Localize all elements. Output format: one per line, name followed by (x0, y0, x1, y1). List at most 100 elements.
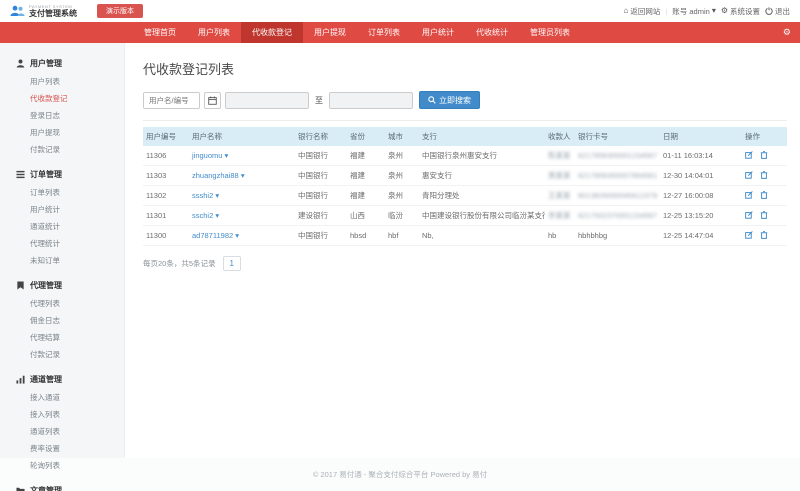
edit-icon[interactable] (745, 231, 753, 241)
channel-icon (16, 375, 25, 384)
calendar-icon (208, 96, 217, 105)
username-dropdown-link[interactable]: ssshi2 ▾ (192, 191, 219, 200)
delete-icon[interactable] (760, 211, 768, 221)
cell-branch: 中国建设银行股份有限公司临汾某支行 (419, 206, 545, 226)
search-button[interactable]: 立即搜索 (419, 91, 480, 109)
edit-icon[interactable] (745, 191, 753, 201)
nav-item-user-stats[interactable]: 用户统计 (411, 22, 465, 43)
nav-item-collection-register[interactable]: 代收款登记 (241, 22, 303, 43)
nav-item-orders[interactable]: 订单列表 (357, 22, 411, 43)
nav-item-withdraw[interactable]: 用户提现 (303, 22, 357, 43)
cell-branch: 中国银行泉州惠安支行 (419, 146, 545, 166)
sidebar-item-polling-list[interactable]: 轮询列表 (0, 457, 124, 474)
edit-icon[interactable] (745, 211, 753, 221)
page-1-button[interactable]: 1 (223, 256, 241, 271)
cell-city: 泉州 (385, 166, 419, 186)
sidebar-item-channel-list[interactable]: 通道列表 (0, 423, 124, 440)
sidebar-section-agent-mgmt: 代理管理 (0, 275, 124, 295)
settings-link[interactable]: ⚙ 系统设置 (721, 6, 760, 17)
nav-item-user-list[interactable]: 用户列表 (187, 22, 241, 43)
sidebar-item-collection-register[interactable]: 代收款登记 (0, 90, 124, 107)
cell-city: 泉州 (385, 146, 419, 166)
delete-icon[interactable] (760, 171, 768, 181)
delete-icon[interactable] (760, 151, 768, 161)
nav-gear-icon[interactable]: ⚙ (783, 22, 791, 43)
keyword-input[interactable] (143, 92, 200, 109)
home-icon: ⌂ (624, 7, 629, 15)
account-dropdown[interactable]: 账号 admin ▾ (672, 6, 716, 17)
sidebar: 用户管理 用户列表 代收款登记 登录日志 用户提现 付款记录 订单管理 订单列表… (0, 43, 125, 458)
cell-date: 12-25 14:47:04 (660, 226, 742, 246)
col-username: 用户名称 (189, 127, 295, 146)
date-from-input[interactable] (225, 92, 309, 109)
date-range-to-label: 至 (313, 95, 325, 106)
brand-subtitle: PAYMENT SYSTEM (29, 5, 77, 9)
username-dropdown-link[interactable]: zhuangzhai88 ▾ (192, 171, 245, 180)
col-bank: 银行名称 (295, 127, 347, 146)
sidebar-item-user-withdraw[interactable]: 用户提现 (0, 124, 124, 141)
cell-province: 山西 (347, 206, 385, 226)
col-actions: 操作 (742, 127, 787, 146)
sidebar-item-login-log[interactable]: 登录日志 (0, 107, 124, 124)
nav-item-home[interactable]: 管理首页 (133, 22, 187, 43)
sidebar-item-access-list[interactable]: 接入列表 (0, 406, 124, 423)
caret-down-icon: ▾ (712, 7, 716, 15)
back-to-site-link[interactable]: ⌂ 返回网站 (624, 6, 661, 17)
cell-card: hbhbhbg (575, 226, 660, 246)
user-icon (16, 59, 25, 68)
collection-table: 用户编号 用户名称 银行名称 省份 城市 支行 收款人 银行卡号 日期 操作 1… (143, 127, 787, 246)
edit-icon[interactable] (745, 171, 753, 181)
username-dropdown-link[interactable]: sschi2 ▾ (192, 211, 219, 220)
pagination: 每页20条，共5条记录 1 (143, 256, 787, 271)
caret-down-icon: ▾ (225, 151, 229, 160)
date-to-input[interactable] (329, 92, 413, 109)
cell-date: 12-30 14:04:01 (660, 166, 742, 186)
cell-date: 01-11 16:03:14 (660, 146, 742, 166)
calendar-button[interactable] (204, 92, 221, 109)
nav-item-collection-stats[interactable]: 代收统计 (465, 22, 519, 43)
col-province: 省份 (347, 127, 385, 146)
logout-link[interactable]: 退出 (765, 6, 790, 17)
sidebar-item-order-list[interactable]: 订单列表 (0, 184, 124, 201)
search-form: 至 立即搜索 (143, 91, 787, 121)
sidebar-item-agent-stats[interactable]: 代理统计 (0, 235, 124, 252)
logo-icon (10, 5, 25, 18)
sidebar-item-unknown-orders[interactable]: 未知订单 (0, 252, 124, 269)
sidebar-item-channel-stats[interactable]: 通道统计 (0, 218, 124, 235)
sidebar-item-user-stats[interactable]: 用户统计 (0, 201, 124, 218)
delete-icon[interactable] (760, 191, 768, 201)
nav-item-admin-list[interactable]: 管理员列表 (519, 22, 581, 43)
sidebar-section-order-mgmt: 订单管理 (0, 164, 124, 184)
col-date: 日期 (660, 127, 742, 146)
col-city: 城市 (385, 127, 419, 146)
cell-bank: 中国银行 (295, 186, 347, 206)
username-dropdown-link[interactable]: jinguomu ▾ (192, 151, 228, 160)
cell-city: 临汾 (385, 206, 419, 226)
cell-bank: 中国银行 (295, 146, 347, 166)
cell-bank: 中国银行 (295, 226, 347, 246)
sidebar-item-commission-log[interactable]: 佣金日志 (0, 312, 124, 329)
sidebar-item-rate-settings[interactable]: 费率设置 (0, 440, 124, 457)
table-row: 11300 ad78711982 ▾ 中国银行 hbsd hbf Nb, hb … (143, 226, 787, 246)
sidebar-item-agent-settle[interactable]: 代理结算 (0, 329, 124, 346)
cell-payee: hb (545, 226, 575, 246)
sidebar-item-agent-list[interactable]: 代理列表 (0, 295, 124, 312)
main-nav: 管理首页 用户列表 代收款登记 用户提现 订单列表 用户统计 代收统计 管理员列… (0, 22, 800, 43)
sidebar-item-payment-records[interactable]: 付款记录 (0, 141, 124, 158)
table-row: 11303 zhuangzhai88 ▾ 中国银行 福建 泉州 惠安支行 黄某某… (143, 166, 787, 186)
col-user-id: 用户编号 (143, 127, 189, 146)
search-icon (428, 96, 436, 104)
sidebar-item-channel-access[interactable]: 接入通道 (0, 389, 124, 406)
cell-date: 12-25 13:15:20 (660, 206, 742, 226)
edit-icon[interactable] (745, 151, 753, 161)
username-dropdown-link[interactable]: ad78711982 ▾ (192, 231, 239, 240)
delete-icon[interactable] (760, 231, 768, 241)
page-title: 代收款登记列表 (143, 59, 787, 78)
sidebar-item-agent-payment[interactable]: 付款记录 (0, 346, 124, 363)
cell-card-redacted: 6013826000045612378 (575, 186, 660, 206)
caret-down-icon: ▾ (241, 171, 245, 180)
sidebar-item-user-list[interactable]: 用户列表 (0, 73, 124, 90)
sidebar-section-article-mgmt: 文章管理 (0, 480, 124, 491)
col-payee: 收款人 (545, 127, 575, 146)
caret-down-icon: ▾ (215, 191, 219, 200)
